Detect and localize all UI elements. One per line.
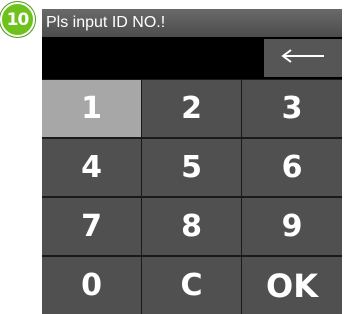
key-0[interactable]: 0 [42, 257, 141, 314]
device-screen: Pls input ID NO.! 1 2 3 4 5 6 7 8 9 0 C … [42, 9, 342, 314]
key-9[interactable]: 9 [242, 198, 342, 255]
key-1[interactable]: 1 [42, 80, 141, 137]
key-2[interactable]: 2 [142, 80, 241, 137]
key-7[interactable]: 7 [42, 198, 141, 255]
key-6[interactable]: 6 [242, 139, 342, 196]
left-arrow-icon [280, 48, 326, 68]
numeric-keypad: 1 2 3 4 5 6 7 8 9 0 C OK [42, 80, 342, 314]
id-input-row [42, 37, 342, 79]
key-5[interactable]: 5 [142, 139, 241, 196]
key-3[interactable]: 3 [242, 80, 342, 137]
prompt-title: Pls input ID NO.! [42, 9, 342, 37]
ok-key[interactable]: OK [242, 257, 342, 314]
key-4[interactable]: 4 [42, 139, 141, 196]
backspace-button[interactable] [264, 39, 342, 77]
step-number-badge: 10 [0, 2, 35, 37]
clear-key[interactable]: C [142, 257, 241, 314]
key-8[interactable]: 8 [142, 198, 241, 255]
